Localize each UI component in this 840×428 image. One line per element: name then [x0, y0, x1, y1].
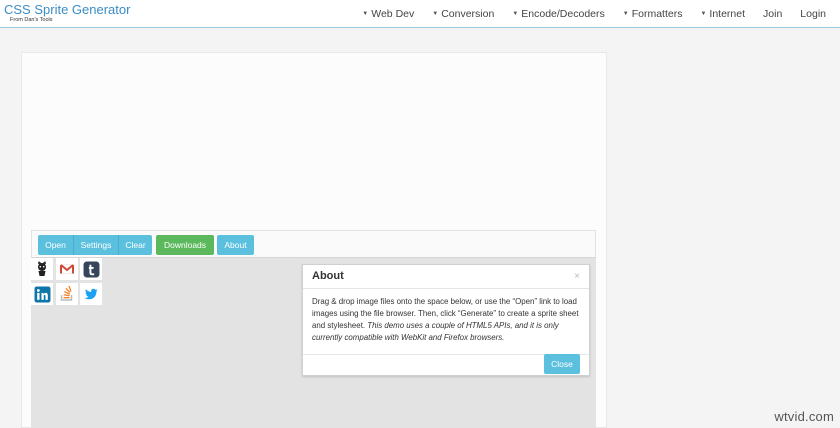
caret-down-icon: ▼	[362, 11, 369, 17]
toolbar: Open Settings Clear Downloads About	[31, 230, 596, 258]
dialog-body: Drag & drop image files onto the space b…	[303, 289, 589, 355]
about-dialog: About × Drag & drop image files onto the…	[302, 264, 590, 376]
sprite-github[interactable]	[31, 258, 53, 280]
nav-conversion[interactable]: ▼ Conversion	[423, 0, 503, 28]
nav-join[interactable]: Join	[754, 0, 791, 28]
gmail-icon	[60, 264, 74, 274]
brand-title[interactable]: CSS Sprite Generator	[4, 2, 130, 17]
sprite-linkedin[interactable]	[31, 283, 53, 305]
nav-formatters[interactable]: ▼ Formatters	[614, 0, 692, 28]
settings-button[interactable]: Settings	[73, 235, 118, 255]
dialog-header: About ×	[303, 265, 589, 289]
caret-down-icon: ▼	[432, 11, 439, 17]
twitter-icon	[84, 288, 98, 300]
main-nav: ▼ Web Dev ▼ Conversion ▼ Encode/Decoders ▼ F…	[353, 0, 840, 28]
brand-subtitle[interactable]: From Dan's Tools	[10, 17, 130, 24]
about-button[interactable]: About	[217, 235, 254, 255]
tumblr-icon	[83, 261, 99, 277]
sprite-stackoverflow[interactable]	[56, 283, 78, 305]
sprite-gmail[interactable]	[56, 258, 78, 280]
brand[interactable]: CSS Sprite Generator From Dan's Tools	[4, 2, 130, 24]
close-icon[interactable]: ×	[574, 271, 580, 282]
dialog-title: About	[312, 270, 344, 282]
sprite-twitter[interactable]	[80, 283, 102, 305]
open-button[interactable]: Open	[38, 235, 73, 255]
sprite-tumblr[interactable]	[80, 258, 102, 280]
nav-login[interactable]: Login	[791, 0, 840, 28]
clear-button[interactable]: Clear	[118, 235, 152, 255]
top-navbar: CSS Sprite Generator From Dan's Tools ▼ W…	[0, 0, 840, 28]
caret-down-icon: ▼	[700, 11, 707, 17]
caret-down-icon: ▼	[622, 11, 629, 17]
nav-internet[interactable]: ▼ Internet	[691, 0, 754, 28]
github-icon	[38, 261, 46, 276]
nav-encode-decoders[interactable]: ▼ Encode/Decoders	[503, 0, 613, 28]
dialog-close-button[interactable]: Close	[544, 354, 580, 374]
nav-web-dev[interactable]: ▼ Web Dev	[353, 0, 423, 28]
caret-down-icon: ▼	[512, 11, 519, 17]
downloads-button[interactable]: Downloads	[156, 235, 214, 255]
watermark: wtvid.com	[774, 409, 834, 424]
stackoverflow-icon	[60, 286, 73, 301]
linkedin-icon	[34, 286, 50, 302]
